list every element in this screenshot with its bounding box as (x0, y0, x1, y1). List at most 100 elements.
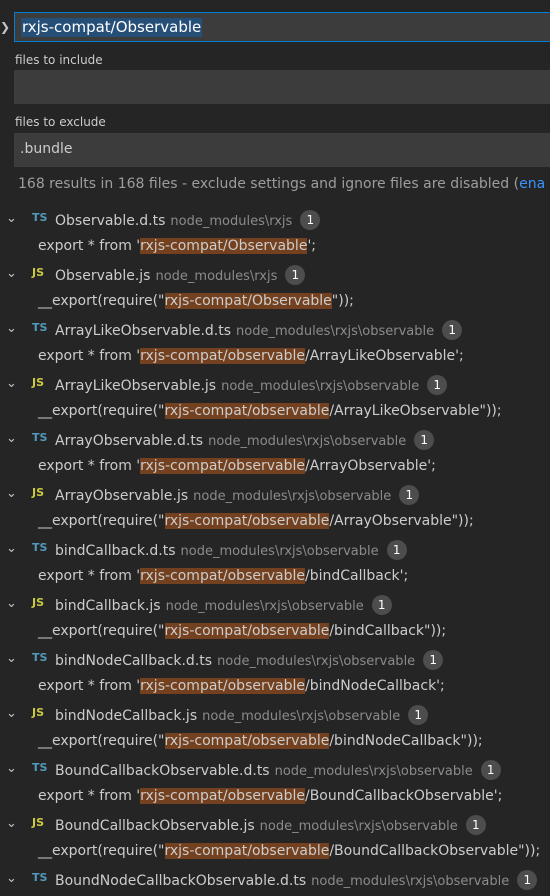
file-result-row[interactable]: ⌄ TS bindCallback.d.ts node_modules\rxjs\ob… (0, 538, 550, 566)
enable-link[interactable]: ena (519, 176, 545, 192)
typescript-file-icon: TS (32, 651, 48, 664)
file-result-row[interactable]: ⌄ JS ArrayObservable.js node_modules\rxjs\o… (0, 483, 550, 511)
match-line-row[interactable]: export * from 'rxjs-compat/observable/Ar… (0, 346, 550, 374)
javascript-file-icon: JS (32, 266, 45, 279)
file-name: ArrayObservable.d.ts (55, 433, 204, 449)
chevron-down-icon[interactable]: ⌄ (6, 266, 17, 281)
match-suffix: /bindCallback")); (329, 622, 447, 639)
file-path: node_modules\rxjs\observable (236, 324, 435, 339)
file-path: node_modules\rxjs\observable (202, 709, 401, 724)
match-count-badge: 1 (399, 485, 420, 505)
match-line-row[interactable]: export * from 'rxjs-compat/observable/Bo… (0, 786, 550, 814)
exclude-field[interactable] (14, 133, 550, 167)
match-prefix: __export(require(" (38, 292, 165, 309)
match-prefix: __export(require(" (38, 732, 165, 749)
file-result-row[interactable]: ⌄ TS ArrayObservable.d.ts node_modules\rxjs… (0, 428, 550, 456)
match-line-row[interactable]: export * from 'rxjs-compat/observable/bi… (0, 566, 550, 594)
file-name: bindCallback.js (55, 598, 161, 614)
toggle-replace-chevron-right-icon[interactable]: ❯ (0, 20, 10, 34)
typescript-file-icon: TS (32, 761, 48, 774)
chevron-down-icon[interactable]: ⌄ (6, 761, 17, 776)
match-line-row[interactable]: __export(require("rxjs-compat/observable… (0, 731, 550, 759)
chevron-down-icon[interactable]: ⌄ (6, 321, 17, 336)
match-line-row[interactable]: export * from 'rxjs-compat/observable/Ar… (0, 456, 550, 484)
match-prefix: __export(require(" (38, 512, 165, 529)
match-suffix: ")); (331, 292, 354, 309)
file-result-row[interactable]: ⌄ JS bindNodeCallback.js node_modules\rxjs\… (0, 703, 550, 731)
include-input[interactable] (20, 78, 540, 94)
search-input[interactable]: rxjs-compat/Observable (14, 12, 550, 42)
file-result-row[interactable]: ⌄ JS BoundCallbackObservable.js node_module… (0, 813, 550, 841)
chevron-down-icon[interactable]: ⌄ (6, 376, 17, 391)
javascript-file-icon: JS (32, 816, 45, 829)
match-line-row[interactable]: __export(require("rxjs-compat/observable… (0, 511, 550, 539)
match-suffix: /bindNodeCallback")); (329, 732, 483, 749)
match-highlight: rxjs-compat/observable (140, 457, 305, 474)
file-name: ArrayObservable.js (55, 488, 189, 504)
file-result-row[interactable]: ⌄ TS bindNodeCallback.d.ts node_modules\rxj… (0, 648, 550, 676)
match-suffix: /bindNodeCallback'; (304, 677, 445, 694)
file-path: node_modules\rxjs\observable (208, 434, 407, 449)
match-count-badge: 1 (386, 540, 407, 560)
match-prefix: __export(require(" (38, 402, 165, 419)
chevron-down-icon[interactable]: ⌄ (6, 431, 17, 446)
file-path: node_modules\rxjs\observable (221, 379, 420, 394)
match-suffix: /ArrayLikeObservable")); (329, 402, 502, 419)
match-highlight: rxjs-compat/observable (140, 787, 305, 804)
search-results: ⌄ TS Observable.d.ts node_modules\rxjs 1 expo… (0, 208, 550, 896)
file-result-row[interactable]: ⌄ TS Observable.d.ts node_modules\rxjs 1 (0, 208, 550, 236)
file-name: BoundNodeCallbackObservable.d.ts (55, 873, 307, 889)
match-highlight: rxjs-compat/observable (164, 732, 330, 749)
exclude-label: files to exclude (15, 115, 106, 129)
match-prefix: __export(require(" (38, 842, 165, 859)
match-line-row[interactable]: __export(require("rxjs-compat/observable… (0, 621, 550, 649)
match-line-row[interactable]: __export(require("rxjs-compat/observable… (0, 401, 550, 429)
match-count-badge: 1 (285, 265, 306, 285)
chevron-down-icon[interactable]: ⌄ (6, 871, 17, 886)
file-name: Observable.d.ts (55, 213, 166, 229)
file-name: Observable.js (55, 268, 151, 284)
match-count-badge: 1 (300, 210, 321, 230)
match-line-row[interactable]: export * from 'rxjs-compat/observable/bi… (0, 676, 550, 704)
match-prefix: export * from ' (38, 677, 141, 694)
include-field[interactable] (14, 70, 550, 104)
match-prefix: export * from ' (38, 347, 141, 364)
file-name: ArrayLikeObservable.js (55, 378, 217, 394)
match-suffix: /BoundCallbackObservable'; (304, 787, 503, 804)
match-suffix: /ArrayObservable'; (304, 457, 436, 474)
chevron-down-icon[interactable]: ⌄ (6, 486, 17, 501)
chevron-down-icon[interactable]: ⌄ (6, 596, 17, 611)
match-suffix: /bindCallback'; (304, 567, 409, 584)
chevron-down-icon[interactable]: ⌄ (6, 211, 17, 226)
exclude-input[interactable] (20, 141, 540, 157)
match-highlight: rxjs-compat/observable (140, 567, 305, 584)
file-result-row[interactable]: ⌄ TS BoundNodeCallbackObservable.d.ts node_… (0, 868, 550, 896)
file-result-row[interactable]: ⌄ JS bindCallback.js node_modules\rxjs\obse… (0, 593, 550, 621)
chevron-down-icon[interactable]: ⌄ (6, 541, 17, 556)
file-result-row[interactable]: ⌄ TS BoundCallbackObservable.d.ts node_modu… (0, 758, 550, 786)
match-line-row[interactable]: __export(require("rxjs-compat/observable… (0, 841, 550, 869)
match-prefix: export * from ' (38, 567, 141, 584)
typescript-file-icon: TS (32, 321, 48, 334)
file-path: node_modules\rxjs (170, 214, 293, 229)
match-line-row[interactable]: __export(require("rxjs-compat/Observable… (0, 291, 550, 319)
match-prefix: export * from ' (38, 787, 141, 804)
file-path: node_modules\rxjs\observable (274, 764, 473, 779)
chevron-down-icon[interactable]: ⌄ (6, 706, 17, 721)
summary-text: 168 results in 168 files - exclude setti… (18, 176, 520, 192)
match-highlight: rxjs-compat/observable (164, 512, 330, 529)
typescript-file-icon: TS (32, 431, 48, 444)
search-query: rxjs-compat/Observable (21, 18, 203, 37)
match-count-badge: 1 (442, 320, 463, 340)
file-result-row[interactable]: ⌄ JS ArrayLikeObservable.js node_modules\rx… (0, 373, 550, 401)
chevron-down-icon[interactable]: ⌄ (6, 651, 17, 666)
match-line-row[interactable]: export * from 'rxjs-compat/Observable'; (0, 236, 550, 264)
file-result-row[interactable]: ⌄ TS ArrayLikeObservable.d.ts node_modules\… (0, 318, 550, 346)
file-result-row[interactable]: ⌄ JS Observable.js node_modules\rxjs 1 (0, 263, 550, 291)
file-path: node_modules\rxjs\observable (193, 489, 392, 504)
match-highlight: rxjs-compat/observable (164, 622, 330, 639)
match-count-badge: 1 (427, 375, 448, 395)
chevron-down-icon[interactable]: ⌄ (6, 816, 17, 831)
match-highlight: rxjs-compat/Observable (140, 237, 308, 254)
match-count-badge: 1 (414, 430, 435, 450)
